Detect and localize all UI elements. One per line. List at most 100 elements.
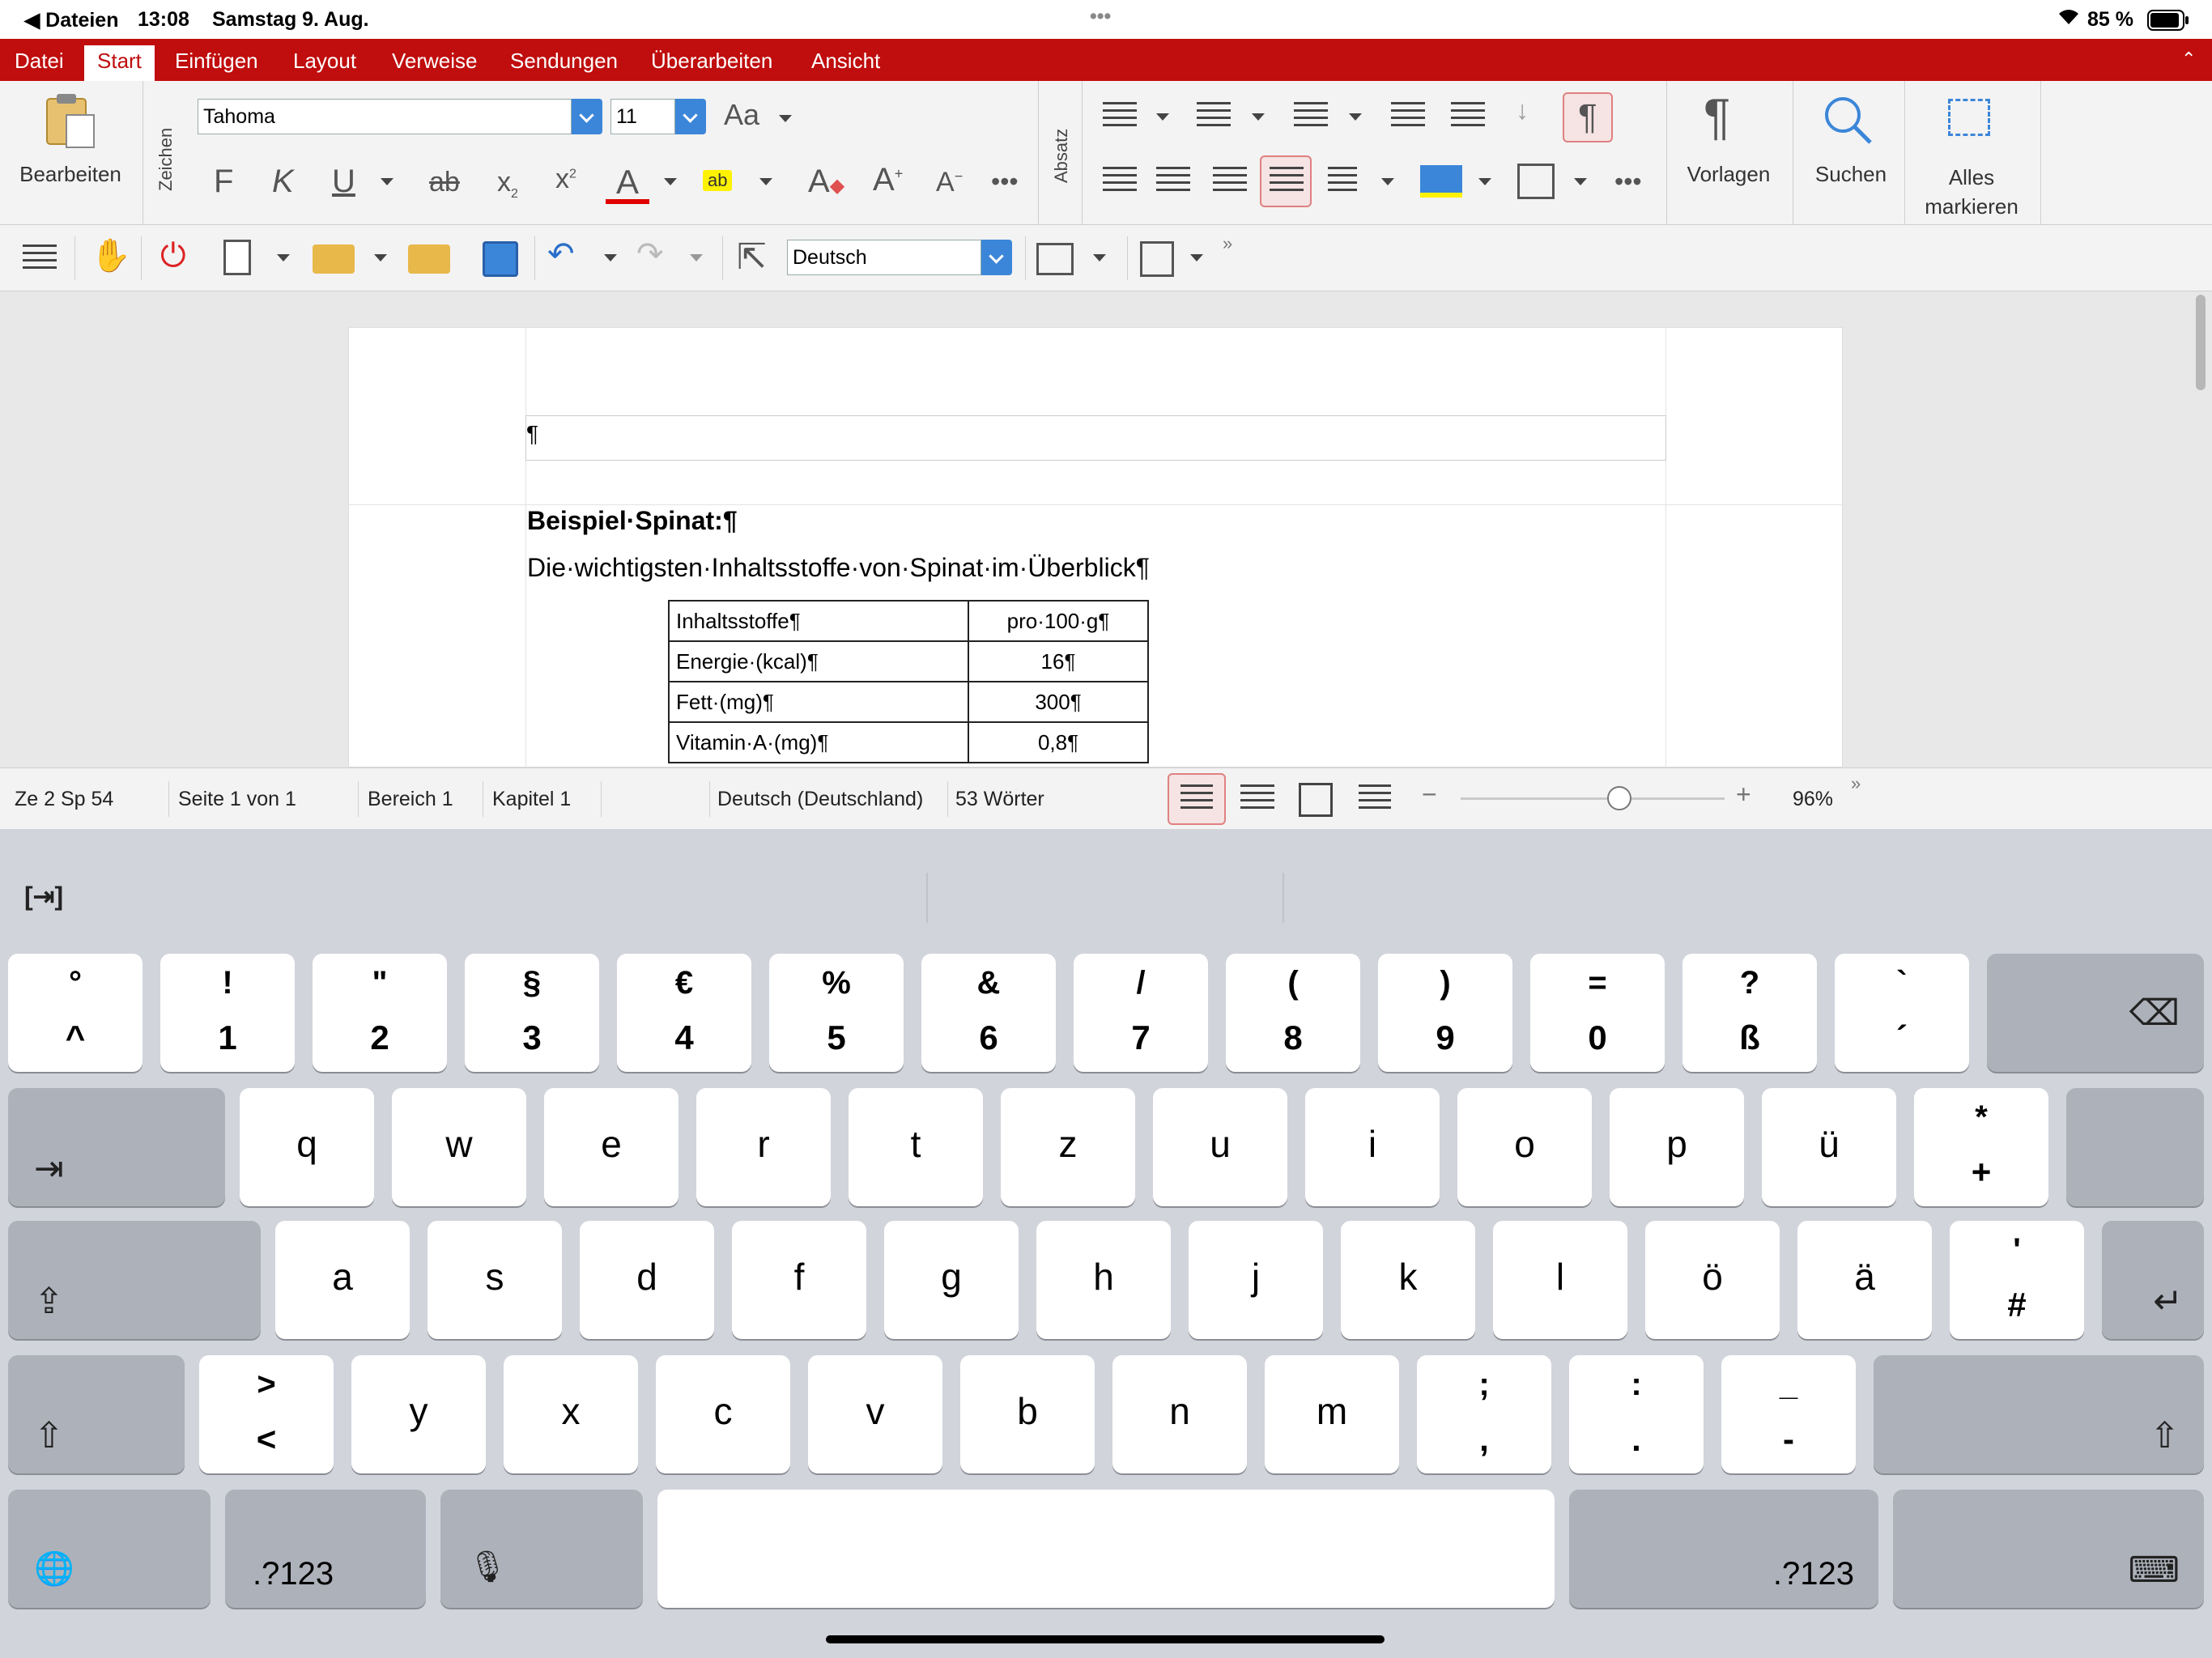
key-6[interactable]: & 6: [921, 954, 1056, 1072]
underline-button[interactable]: U: [332, 165, 355, 198]
redo-icon[interactable]: ↷: [636, 238, 664, 270]
styles-label[interactable]: Vorlagen: [1676, 162, 1781, 187]
page-indicator[interactable]: Seite 1 von 1: [178, 788, 296, 811]
power-icon[interactable]: ⏻: [160, 240, 186, 272]
tab-sendungen[interactable]: Sendungen: [497, 45, 631, 81]
table-cell[interactable]: 300¶: [968, 681, 1149, 723]
key-g[interactable]: g: [884, 1221, 1019, 1339]
select-all-label-1[interactable]: Alles: [1911, 165, 2032, 190]
tab-ueberarbeiten[interactable]: Überarbeiten: [638, 45, 785, 81]
key-plus[interactable]: * +: [1914, 1088, 2048, 1206]
key-v[interactable]: v: [808, 1355, 942, 1473]
layout-icon[interactable]: [1140, 241, 1174, 277]
align-left-icon[interactable]: [1103, 167, 1137, 196]
hide-keyboard-key[interactable]: ⌨: [1893, 1490, 2204, 1608]
key-z[interactable]: z: [1001, 1088, 1135, 1206]
table-cell[interactable]: 16¶: [968, 640, 1149, 682]
recent-folder-icon[interactable]: [408, 244, 450, 274]
key--[interactable]: _ -: [1721, 1355, 1856, 1473]
header-frame[interactable]: ¶: [525, 415, 1666, 461]
undo-icon[interactable]: ↶: [547, 238, 575, 270]
strikethrough-button[interactable]: ab: [429, 168, 460, 196]
font-size-dropdown[interactable]: [675, 99, 706, 134]
zoom-in-icon[interactable]: +: [1736, 780, 1751, 810]
new-document-icon[interactable]: [223, 240, 251, 275]
key-b[interactable]: b: [960, 1355, 1095, 1473]
highlight-icon[interactable]: ab: [703, 170, 733, 191]
open-folder-icon[interactable]: [313, 244, 355, 274]
tab-einfuegen[interactable]: Einfügen: [162, 45, 271, 81]
search-icon[interactable]: [1822, 94, 1874, 150]
key-j[interactable]: j: [1189, 1221, 1323, 1339]
clear-format-icon[interactable]: A◆: [808, 165, 844, 198]
key-t[interactable]: t: [849, 1088, 983, 1206]
tab-ansicht[interactable]: Ansicht: [798, 45, 893, 81]
key-r[interactable]: r: [696, 1088, 831, 1206]
key-m[interactable]: m: [1265, 1355, 1399, 1473]
bold-button[interactable]: F: [214, 165, 233, 198]
font-color-icon[interactable]: A: [606, 165, 649, 204]
key-ö[interactable]: ö: [1645, 1221, 1780, 1339]
collapse-ribbon-icon[interactable]: ⌃: [2181, 49, 2196, 70]
zoom-out-icon[interactable]: −: [1422, 780, 1437, 810]
subheading-inhaltsstoffe[interactable]: Die·wichtigsten·Inhaltsstoffe·von·Spinat…: [527, 553, 1150, 583]
key-9[interactable]: ) 9: [1378, 954, 1512, 1072]
language-dropdown[interactable]: [981, 240, 1012, 275]
font-name-dropdown[interactable]: [572, 99, 602, 134]
table-cell[interactable]: 0,8¶: [968, 721, 1149, 763]
key-p[interactable]: p: [1610, 1088, 1744, 1206]
group-label-zeichen[interactable]: Zeichen: [155, 128, 177, 191]
key-hash[interactable]: ' #: [1950, 1221, 2084, 1339]
page-view-button[interactable]: [1168, 773, 1226, 825]
key-<[interactable]: > <: [199, 1355, 334, 1473]
tab-start[interactable]: Start: [84, 45, 155, 81]
key-o[interactable]: o: [1457, 1088, 1592, 1206]
superscript-icon[interactable]: x2: [555, 165, 576, 193]
italic-button[interactable]: K: [272, 165, 294, 198]
chapter-indicator[interactable]: Kapitel 1: [492, 788, 571, 811]
key-0[interactable]: = 0: [1530, 954, 1665, 1072]
bullet-list-icon[interactable]: [1103, 102, 1137, 131]
shift-left-key[interactable]: ⇧: [8, 1355, 185, 1473]
zoom-percent[interactable]: 96%: [1793, 788, 1833, 811]
table-cell[interactable]: pro·100·g¶: [968, 600, 1149, 642]
word-count[interactable]: 53 Wörter: [955, 788, 1044, 811]
vertical-scrollbar[interactable]: [2196, 295, 2206, 390]
key-7[interactable]: /7: [1074, 954, 1208, 1072]
key-f[interactable]: f: [732, 1221, 866, 1339]
dictation-key[interactable]: 🎙: [440, 1490, 643, 1608]
grow-font-icon[interactable]: A+: [873, 164, 903, 196]
select-all-label-2[interactable]: markieren: [1911, 194, 2032, 219]
key-ü[interactable]: ü: [1762, 1088, 1896, 1206]
tab-verweise[interactable]: Verweise: [379, 45, 491, 81]
key-.[interactable]: :.: [1569, 1355, 1704, 1473]
outline-view-icon[interactable]: [1359, 784, 1391, 814]
key-d[interactable]: d: [580, 1221, 714, 1339]
nutrition-table[interactable]: Inhaltsstoffe¶ pro·100·g¶ Energie·(kcal)¶…: [668, 600, 1149, 763]
align-center-icon[interactable]: [1156, 167, 1190, 196]
language-field[interactable]: Deutsch: [787, 240, 981, 275]
enter-key-top[interactable]: [2066, 1088, 2204, 1206]
key-u[interactable]: u: [1153, 1088, 1287, 1206]
key-4[interactable]: €4: [617, 954, 751, 1072]
key-´[interactable]: ` ´: [1835, 954, 1969, 1072]
more-status-icon[interactable]: »: [1851, 773, 1861, 794]
sidebar-toggle-icon[interactable]: [23, 244, 57, 274]
key-q[interactable]: q: [240, 1088, 374, 1206]
key-n[interactable]: n: [1112, 1355, 1247, 1473]
tab-datei[interactable]: Datei: [2, 45, 77, 81]
key-a[interactable]: a: [275, 1221, 410, 1339]
table-cell[interactable]: Fett·(mg)¶: [668, 681, 969, 723]
justify-button[interactable]: [1260, 155, 1312, 207]
key-k[interactable]: k: [1341, 1221, 1475, 1339]
numbers-key-right[interactable]: .?123: [1569, 1490, 1878, 1608]
numbered-list-icon[interactable]: [1197, 102, 1231, 131]
increase-indent-icon[interactable]: [1451, 102, 1485, 131]
group-label-absatz[interactable]: Absatz: [1051, 129, 1072, 183]
key-x[interactable]: x: [504, 1355, 638, 1473]
edit-button-label[interactable]: Bearbeiten: [16, 162, 125, 187]
decrease-indent-icon[interactable]: [1391, 102, 1425, 131]
borders-icon[interactable]: [1517, 164, 1555, 199]
draft-view-icon[interactable]: [1240, 784, 1274, 814]
zoom-slider[interactable]: [1461, 786, 1725, 810]
